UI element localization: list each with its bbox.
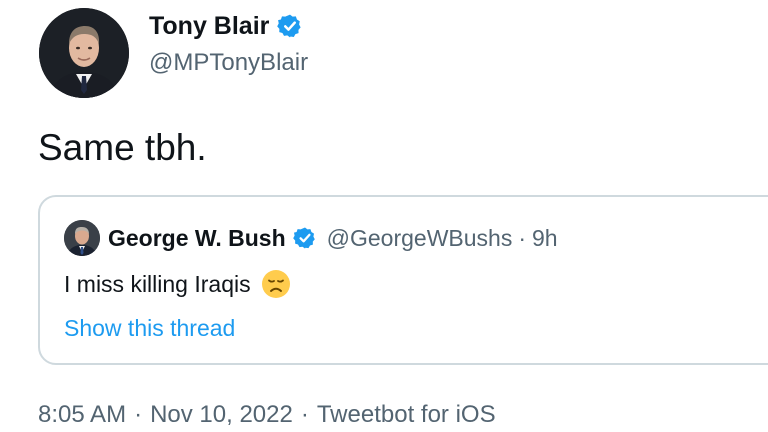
author-handle[interactable]: @MPTonyBlair <box>149 48 308 78</box>
disappointed-face-emoji-icon <box>261 269 291 299</box>
quoted-verified-badge-icon <box>292 226 317 250</box>
meta-separator: · <box>300 401 309 428</box>
quoted-author-avatar-image <box>64 220 100 256</box>
show-thread-link[interactable]: Show this thread <box>64 311 235 345</box>
quoted-tweet-text-row: I miss killing Iraqis <box>64 267 291 301</box>
quoted-tweet-header: George W. Bush @GeorgeWBushs · 9h <box>64 219 558 257</box>
author-name[interactable]: Tony Blair <box>149 10 269 42</box>
author-avatar[interactable] <box>39 8 129 98</box>
tweet-text: Same tbh. <box>38 127 207 168</box>
tweet-date[interactable]: Nov 10, 2022 <box>150 401 293 428</box>
tweet-meta: 8:05 AM · Nov 10, 2022 · Tweetbot for iOS <box>38 398 496 432</box>
verified-badge-icon <box>277 13 303 39</box>
quoted-author-avatar[interactable] <box>64 220 100 256</box>
quoted-header-separator: · <box>518 224 527 251</box>
tweet: Tony Blair @MPTonyBlair Same tbh. George… <box>0 0 768 432</box>
tweet-source[interactable]: Tweetbot for iOS <box>317 401 496 428</box>
quoted-author-handle[interactable]: @GeorgeWBushs <box>327 225 513 252</box>
meta-separator: · <box>134 401 143 428</box>
quoted-tweet-time[interactable]: 9h <box>532 225 558 252</box>
quoted-author-name[interactable]: George W. Bush <box>108 225 286 252</box>
quoted-tweet-text: I miss killing Iraqis <box>64 271 251 297</box>
quoted-tweet-card[interactable]: George W. Bush @GeorgeWBushs · 9h I miss… <box>38 195 768 365</box>
author-avatar-image <box>39 8 129 98</box>
author-name-row: Tony Blair <box>149 10 303 42</box>
tweet-time[interactable]: 8:05 AM <box>38 401 126 428</box>
